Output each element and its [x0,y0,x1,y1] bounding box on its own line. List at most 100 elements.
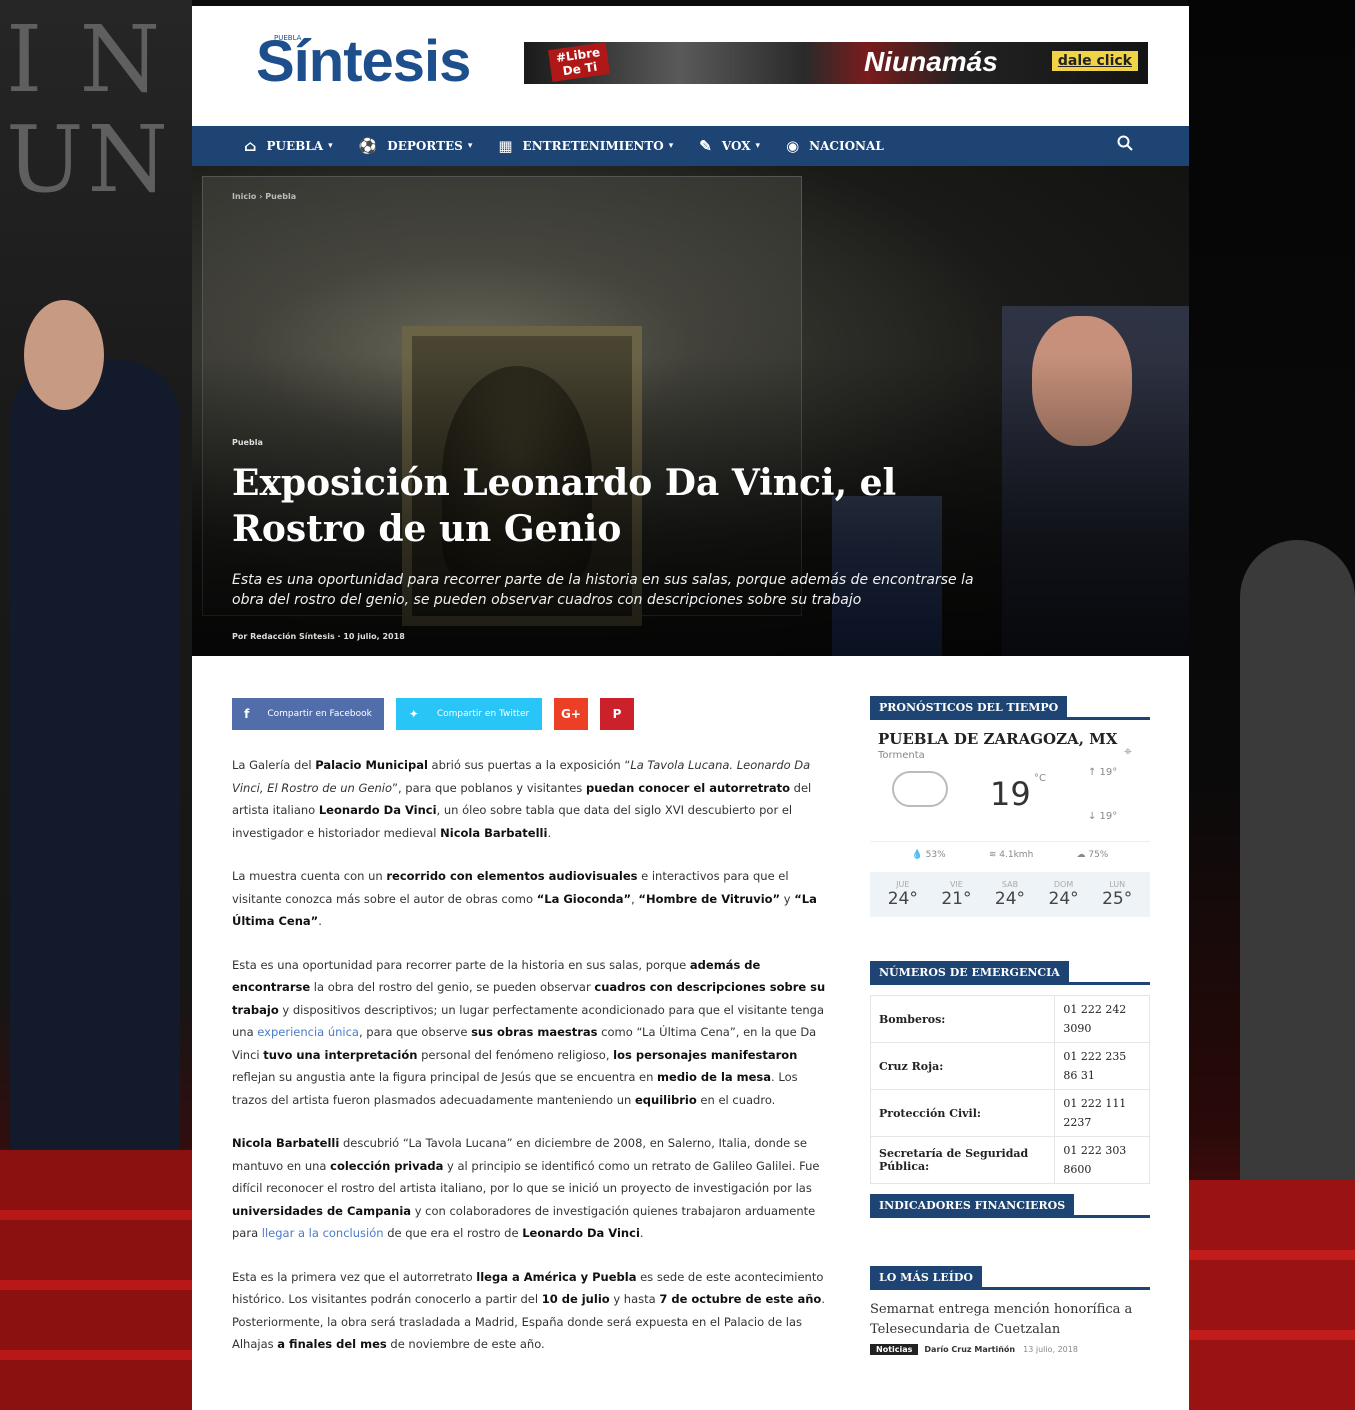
most-read-item-title[interactable]: Semarnat entrega mención honorífica a Te… [870,1300,1150,1340]
finance-heading-label: INDICADORES FINANCIEROS [870,1194,1075,1218]
finance-heading: INDICADORES FINANCIEROS [870,1194,1150,1218]
most-read-heading-label: LO MÁS LEÍDO [870,1266,983,1290]
background-face-left [24,300,104,410]
article-subtitle: Esta es una oportunidad para recorrer pa… [232,572,974,608]
site-container: Síntesis PUEBLA #Libre De Ti Niunamás da… [192,6,1189,1410]
weather-high: ↑ 19° [1088,767,1118,778]
home-icon: ⌂ [244,137,257,155]
nav-label: NACIONAL [809,139,884,153]
weather-forecast: JUE 24° VIE 21° SAB 24° DOM 24° LUN 25° [870,872,1150,917]
background-red-stairs-left [0,1150,192,1410]
share-facebook-label: Compartir en Facebook [267,709,372,719]
globe-icon: ◉ [786,137,800,155]
humidity-stat: 💧 53% [911,850,946,860]
forecast-day-name: JUE [896,880,910,889]
sidebar: PRONÓSTICOS DEL TIEMPO PUEBLA DE ZARAGOZ… [869,696,1150,1355]
forecast-day-temp: 24° [1048,889,1079,909]
nav-label: DEPORTES [387,139,463,153]
edit-icon: ✎ [699,137,712,155]
ad-banner[interactable]: #Libre De Ti Niunamás dale click [524,42,1148,84]
masthead: Síntesis PUEBLA #Libre De Ti Niunamás da… [192,6,1189,124]
article-body: La Galería del Palacio Municipal abrió s… [232,754,832,1377]
most-read-item-meta: Noticias Darío Cruz Martiñón 13 julio, 2… [870,1344,1150,1355]
emergency-phone: 01 222 303 8600 [1054,1136,1150,1184]
emergency-phone: 01 222 235 86 31 [1054,1042,1150,1090]
facebook-icon: f [244,707,250,721]
soccer-ball-icon: ⚽ [358,137,378,155]
most-read-date: 13 julio, 2018 [1023,1345,1078,1354]
category-label[interactable]: Puebla [232,438,263,447]
share-pinterest-button[interactable]: P [600,698,634,730]
forecast-day-name: LUN [1109,880,1126,889]
forecast-day-temp: 21° [941,889,972,909]
nav-item-vox[interactable]: ✎ VOX ▾ [699,137,760,155]
forecast-day-temp: 25° [1102,889,1133,909]
share-bar: f Compartir en Facebook ✦ Compartir en T… [232,698,646,730]
film-icon: ▦ [498,137,513,155]
nav-item-puebla[interactable]: ⌂ PUEBLA ▾ [244,137,333,155]
table-row: Secretaría de Seguridad Pública: 01 222 3… [869,1136,1150,1184]
article-paragraph: Esta es una oportunidad para recorrer pa… [232,957,826,1107]
forecast-day-temp: 24° [887,889,918,909]
emergency-heading: NÚMEROS DE EMERGENCIA [870,961,1150,985]
wind-stat: ≋ 4.1kmh [988,850,1034,860]
forecast-day: LUN 25° [1102,880,1132,909]
article-paragraph: Esta es la primera vez que el autorretra… [232,1269,825,1352]
nav-item-nacional[interactable]: ◉ NACIONAL [786,137,884,155]
forecast-day: DOM 24° [1049,880,1079,909]
weather-current: 19 °C ↑ 19° ↓ 19° [870,761,1150,841]
chevron-down-icon: ▾ [668,141,674,151]
nav-label: VOX [721,139,751,153]
location-pin-icon[interactable]: ⌖ [1124,744,1132,760]
forecast-day-temp: 24° [994,889,1026,909]
forecast-day-name: SAB [1001,880,1019,889]
table-row: Bomberos: 01 222 242 3090 [869,995,1150,1043]
category-badge[interactable]: Noticias [870,1344,919,1355]
cloud-icon [892,771,948,807]
emergency-name: Cruz Roja: [869,1042,1056,1090]
background-red-stairs-right [1188,1180,1355,1410]
weather-low: ↓ 19° [1088,811,1118,822]
article-paragraph: La Galería del Palacio Municipal abrió s… [232,758,812,840]
chevron-down-icon: ▾ [328,141,333,151]
share-facebook-button[interactable]: f Compartir en Facebook [232,698,384,730]
share-twitter-label: Compartir en Twitter [436,709,530,719]
banner-cta-button[interactable]: dale click [1051,51,1138,71]
forecast-day-name: VIE [949,880,963,889]
weather-temperature: 19 [990,775,1031,813]
banner-hashtag: #Libre De Ti [548,42,610,82]
emergency-name: Secretaría de Seguridad Pública: [869,1136,1056,1184]
article-paragraph: La muestra cuenta con un recorrido con e… [232,869,817,928]
chevron-down-icon: ▾ [755,141,761,151]
site-logo-tag: PUEBLA [274,34,302,42]
article-meta: Por Redacción Síntesis · 10 julio, 2018 [232,632,405,641]
weather-description: Tormenta [878,750,925,761]
nav-item-deportes[interactable]: ⚽ DEPORTES ▾ [359,137,473,155]
emergency-phone: 01 222 242 3090 [1054,995,1150,1043]
forecast-day: VIE 21° [941,880,971,909]
emergency-phone: 01 222 111 2237 [1054,1089,1150,1137]
share-google-button[interactable]: G+ [554,698,588,730]
breadcrumb[interactable]: Inicio › Puebla [232,192,296,201]
nav-label: ENTRETENIMIENTO [522,139,664,153]
nav-label: PUEBLA [266,139,324,153]
most-read-heading: LO MÁS LEÍDO [870,1266,1150,1290]
article-title: Exposición Leonardo Da Vinci, el Rostro … [232,462,897,550]
forecast-day-name: DOM [1053,880,1074,889]
nav-item-entretenimiento[interactable]: ▦ ENTRETENIMIENTO ▾ [498,137,673,155]
emergency-heading-label: NÚMEROS DE EMERGENCIA [870,961,1069,985]
search-icon[interactable] [1117,135,1133,156]
share-twitter-button[interactable]: ✦ Compartir en Twitter [396,698,542,730]
emergency-name: Protección Civil: [869,1089,1056,1137]
forecast-day: JUE 24° [888,880,918,909]
banner-slogan: Niunamás [864,46,998,77]
weather-city: PUEBLA DE ZARAGOZA, MX [878,730,1118,748]
chevron-down-icon: ▾ [467,141,473,151]
emergency-name: Bomberos: [869,995,1056,1043]
weather-heading-label: PRONÓSTICOS DEL TIEMPO [870,696,1068,720]
table-row: Cruz Roja: 01 222 235 86 31 [869,1042,1150,1090]
weather-heading: PRONÓSTICOS DEL TIEMPO [870,696,1150,720]
forecast-day: SAB 24° [995,880,1025,909]
most-read-author[interactable]: Darío Cruz Martiñón [924,1345,1015,1354]
weather-stats: 💧 53% ≋ 4.1kmh ☁ 75% [870,841,1150,868]
